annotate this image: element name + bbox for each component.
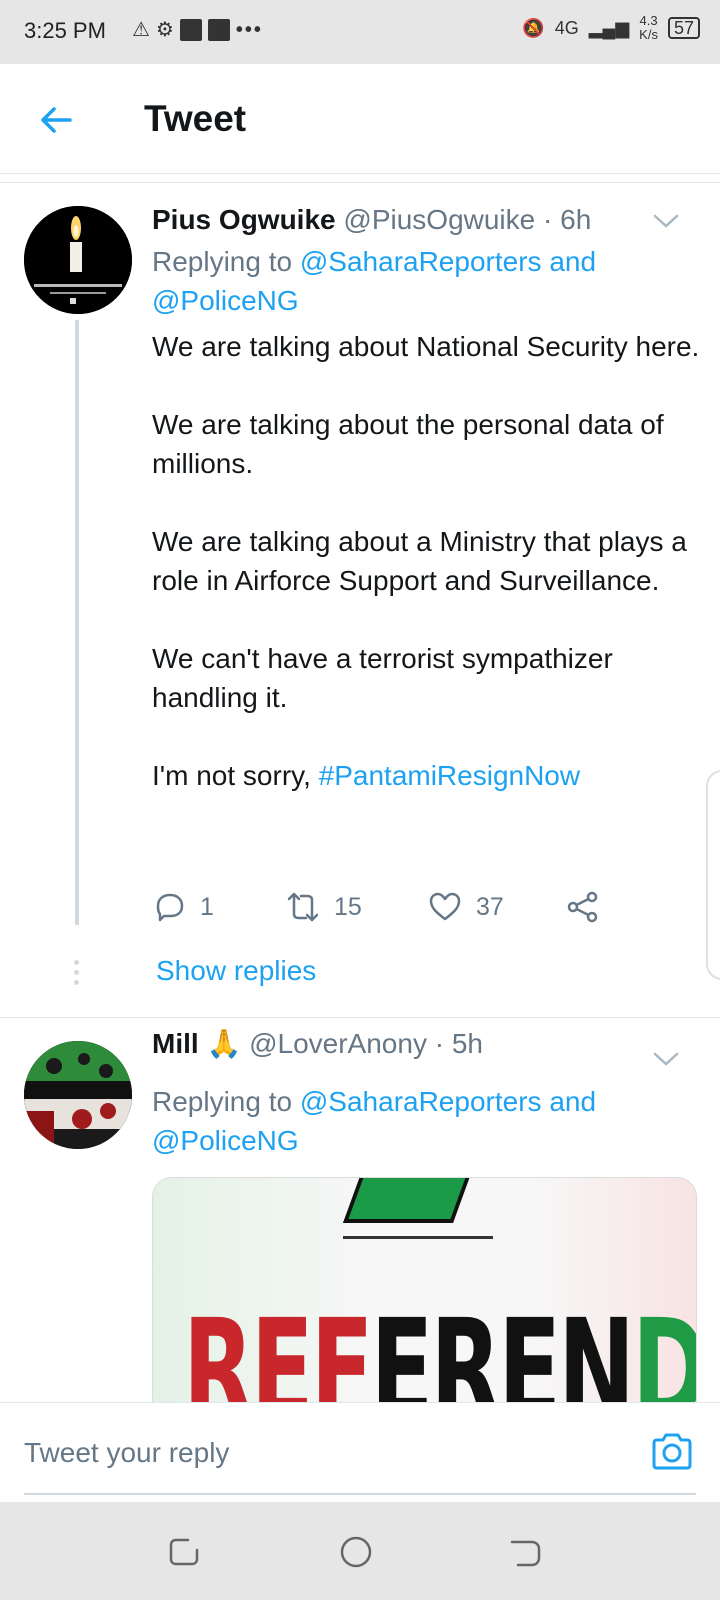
- replying-to: Replying to @SaharaReporters and @Police…: [152, 1082, 692, 1160]
- replying-to-label: Replying to: [152, 246, 293, 277]
- reply-input[interactable]: Tweet your reply: [24, 1437, 229, 1469]
- speed-value: 4.3: [639, 13, 658, 28]
- retweet-count: 15: [334, 892, 362, 921]
- heart-icon: [429, 892, 461, 921]
- facebook-icon: f: [207, 19, 230, 44]
- status-left-icons: ⚠ ⚙ f f •••: [132, 16, 263, 44]
- reply-underline: [24, 1493, 696, 1495]
- mention-link[interactable]: @SaharaReporters: [300, 1086, 542, 1117]
- retweet-icon: [287, 892, 319, 922]
- more-dots-icon: •••: [235, 19, 263, 41]
- candle-avatar-image: [24, 206, 132, 314]
- author-name[interactable]: Mill 🙏: [152, 1028, 241, 1059]
- tweet-media-image[interactable]: REFERENDUM: [152, 1177, 697, 1407]
- replying-and[interactable]: and: [549, 1086, 596, 1117]
- mention-link[interactable]: @PoliceNG: [152, 1125, 299, 1156]
- like-count: 37: [476, 892, 504, 921]
- author-handle[interactable]: @LoverAnony: [249, 1028, 427, 1059]
- gear-icon: ⚙: [155, 19, 174, 41]
- reply-bubble-icon: [156, 893, 184, 922]
- tweet-header: Mill 🙏 @LoverAnony · 5h: [152, 1027, 483, 1060]
- network-label: 4G: [554, 17, 579, 38]
- tweet-paragraph: We are talking about the personal data o…: [152, 409, 664, 479]
- tweet-time: · 5h: [434, 1028, 483, 1059]
- mute-bell-icon: 🔕: [522, 17, 545, 38]
- tweet-text: We are talking about National Security h…: [152, 327, 702, 795]
- tweet-paragraph: We are talking about a Ministry that pla…: [152, 526, 687, 596]
- tweet-paragraph-last: I'm not sorry, #PantamiResignNow: [152, 756, 702, 795]
- media-text-black: EREN: [370, 1290, 636, 1407]
- flag-avatar-image: [24, 1041, 132, 1149]
- tweet-actions: 1 15 37: [152, 890, 632, 930]
- ballot-paper-graphic: [342, 1178, 474, 1223]
- thread-dots: [74, 960, 80, 990]
- replying-and[interactable]: and: [549, 246, 596, 277]
- battery-icon: 57: [667, 17, 700, 39]
- retweet-action[interactable]: 15: [286, 890, 362, 924]
- mention-link[interactable]: @SaharaReporters: [300, 246, 542, 277]
- author-name[interactable]: Pius Ogwuike: [152, 204, 336, 235]
- chevron-down-icon[interactable]: [652, 212, 680, 230]
- home-icon[interactable]: [338, 1534, 374, 1570]
- like-action[interactable]: 37: [428, 890, 504, 924]
- tweet-header: Pius Ogwuike @PiusOgwuike · 6h: [152, 204, 591, 236]
- app-header: Tweet: [0, 64, 720, 174]
- back-nav-icon[interactable]: [508, 1534, 544, 1570]
- back-arrow-icon[interactable]: [36, 100, 76, 140]
- avatar[interactable]: [24, 1041, 132, 1149]
- tweet-last-text: I'm not sorry,: [152, 760, 311, 791]
- edge-panel-handle[interactable]: [706, 770, 720, 980]
- media-headline: REFERENDUM: [183, 1290, 696, 1407]
- signal-icon: ▂▄▆: [588, 17, 630, 38]
- share-icon: [567, 891, 598, 923]
- author-handle[interactable]: @PiusOgwuike: [343, 204, 535, 235]
- thread-line: [75, 320, 79, 925]
- reply-action[interactable]: 1: [152, 890, 214, 924]
- chevron-down-icon[interactable]: [652, 1050, 680, 1068]
- replying-to-label: Replying to: [152, 1086, 293, 1117]
- system-nav-bar: [0, 1502, 720, 1600]
- status-right-icons: 🔕 4G ▂▄▆ 4.3 K/s 57: [522, 14, 700, 42]
- status-time: 3:25 PM: [24, 18, 106, 43]
- tweet-paragraph: We are talking about National Security h…: [152, 331, 700, 362]
- avatar[interactable]: [24, 206, 132, 314]
- show-replies-link[interactable]: Show replies: [156, 955, 316, 987]
- mention-link[interactable]: @PoliceNG: [152, 285, 299, 316]
- speed-unit: K/s: [639, 27, 658, 42]
- reply-bar: Tweet your reply: [0, 1402, 720, 1502]
- ballot-slot-graphic: [343, 1236, 493, 1239]
- share-action[interactable]: [566, 890, 600, 924]
- media-text-red: REF: [183, 1290, 374, 1407]
- status-bar: 3:25 PM ⚠ ⚙ f f ••• 🔕 4G ▂▄▆ 4.3 K/s 57: [0, 0, 720, 64]
- page-title: Tweet: [144, 98, 247, 139]
- tweet-paragraph: We can't have a terrorist sympathizer ha…: [152, 643, 613, 713]
- facebook-icon: f: [179, 19, 202, 44]
- divider: [0, 182, 720, 183]
- recents-icon[interactable]: [166, 1534, 202, 1570]
- reply-count: 1: [200, 892, 214, 921]
- hashtag-link[interactable]: #PantamiResignNow: [319, 760, 580, 791]
- camera-icon[interactable]: [650, 1431, 694, 1471]
- warning-triangle-icon: ⚠: [132, 19, 150, 41]
- divider: [0, 1017, 720, 1018]
- network-speed: 4.3 K/s: [639, 14, 658, 42]
- replying-to: Replying to @SaharaReporters and @Police…: [152, 242, 692, 320]
- media-text-green: DUM: [632, 1290, 696, 1406]
- tweet-time: · 6h: [543, 204, 592, 235]
